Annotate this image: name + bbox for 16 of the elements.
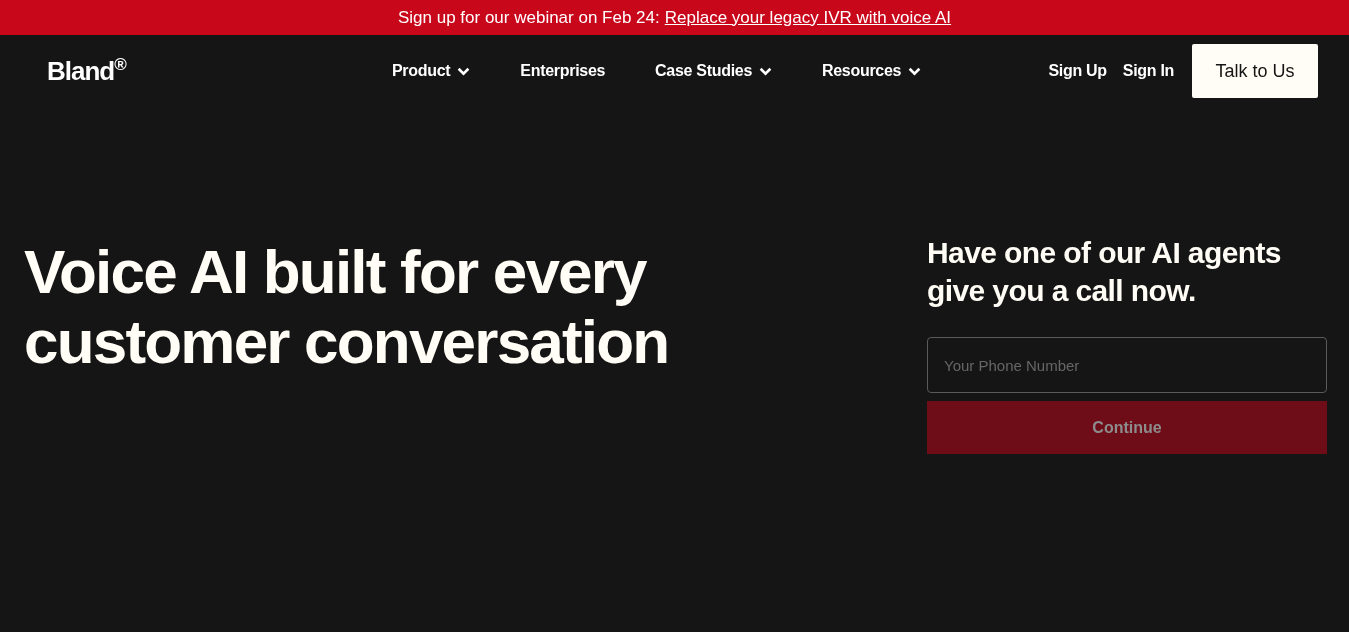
talk-to-us-button[interactable]: Talk to Us bbox=[1192, 44, 1318, 98]
chevron-down-icon bbox=[457, 66, 471, 76]
logo[interactable]: Bland$^{®}$ bbox=[47, 55, 126, 87]
hero-headline: Voice AI built for every customer conversation bbox=[24, 237, 670, 378]
banner-text: Sign up for our webinar on Feb 24: bbox=[397, 7, 660, 28]
header-link[interactable]: Sign Up bbox=[1048, 62, 1107, 80]
webinar-link[interactable]: Replace your legacy IVR with voice AI bbox=[664, 7, 952, 28]
header-link[interactable]: Sign In bbox=[1122, 62, 1174, 80]
nav-item[interactable]: Enterprises bbox=[520, 62, 606, 80]
chevron-down-icon bbox=[908, 66, 922, 76]
form-title: Have one of our AI agents give you a call now. bbox=[927, 235, 1282, 309]
nav-item[interactable]: Product bbox=[392, 62, 471, 80]
chevron-down-icon bbox=[759, 66, 772, 76]
phone-input-field[interactable]: Your Phone Number bbox=[927, 337, 1327, 393]
nav-item[interactable]: Case Studies bbox=[655, 62, 772, 80]
nav-item[interactable]: Resources bbox=[822, 62, 922, 80]
